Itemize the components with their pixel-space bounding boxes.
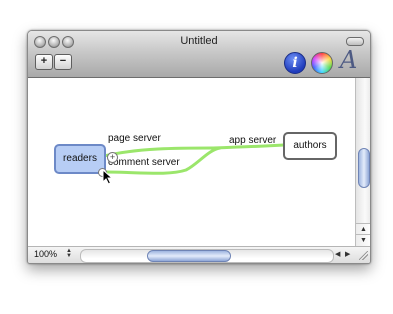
toolbar-toggle-button[interactable] <box>346 37 364 46</box>
window-title: Untitled <box>180 35 218 47</box>
edge-label-comment-server[interactable]: comment server <box>108 157 180 168</box>
scroll-down-icon[interactable]: ▼ <box>356 234 370 246</box>
arrow-cursor-icon <box>102 169 114 185</box>
vertical-scrollbar[interactable]: ▲ ▼ <box>355 78 370 246</box>
title-bar[interactable]: Untitled + − i A <box>28 31 370 78</box>
vertical-scroll-thumb[interactable] <box>358 148 370 188</box>
edge-label-page-server[interactable]: page server <box>108 133 161 144</box>
resize-grip-icon[interactable] <box>359 251 368 260</box>
scroll-left-icon[interactable]: ◀ <box>335 250 340 258</box>
remove-node-button[interactable]: − <box>54 54 72 70</box>
info-icon[interactable]: i <box>284 52 306 74</box>
horizontal-scrollbar[interactable] <box>80 249 334 263</box>
color-wheel-icon[interactable] <box>311 52 333 74</box>
graph-canvas[interactable]: page server comment server app server re… <box>28 78 355 246</box>
status-bar: 100% ▲ ▼ ◀ ▶ <box>28 246 370 263</box>
horizontal-scroll-thumb[interactable] <box>147 250 231 262</box>
add-child-button[interactable]: + <box>107 152 118 163</box>
edge-page-server <box>102 146 215 158</box>
app-window: Untitled + − i A page server comment ser… <box>27 30 371 264</box>
edge-label-app-server[interactable]: app server <box>229 135 276 146</box>
scroll-right-icon[interactable]: ▶ <box>345 250 350 258</box>
font-icon[interactable]: A <box>340 47 360 73</box>
node-authors[interactable]: authors <box>283 132 337 160</box>
zoom-level[interactable]: 100% <box>34 249 57 259</box>
zoom-stepper-icon[interactable]: ▲ ▼ <box>66 248 72 259</box>
add-node-button[interactable]: + <box>35 54 53 70</box>
